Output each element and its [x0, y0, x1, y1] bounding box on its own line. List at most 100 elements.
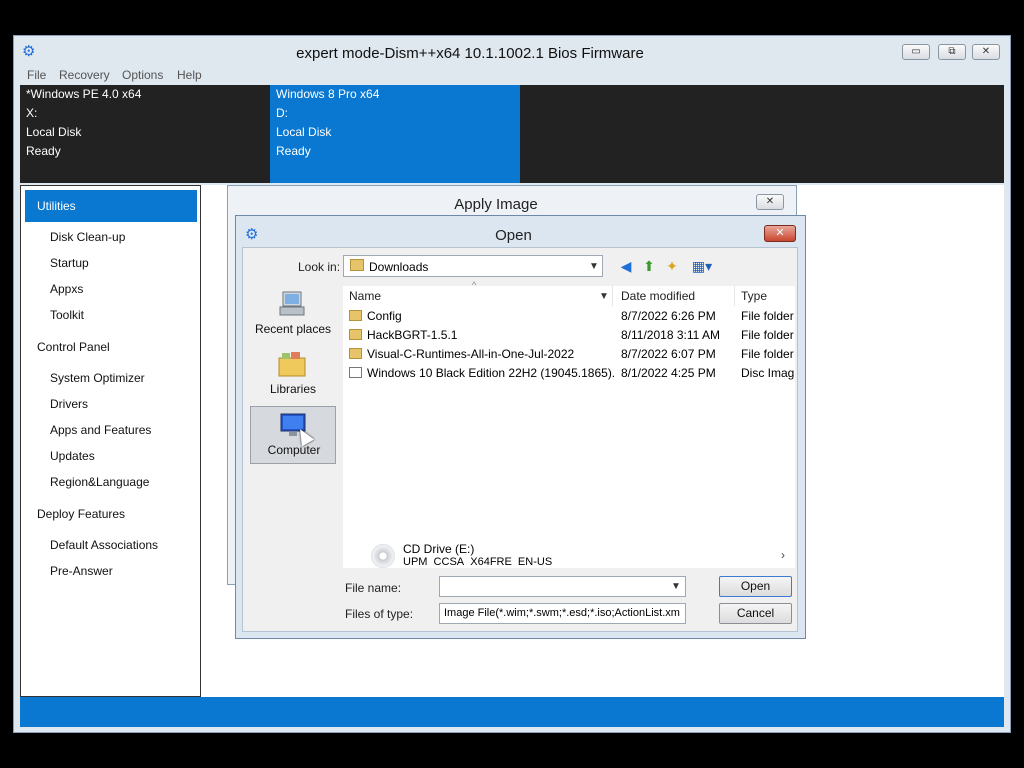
menu-recovery[interactable]: Recovery: [59, 68, 110, 82]
image-drive: D:: [276, 106, 288, 120]
folder-icon: [349, 329, 362, 340]
file-date: 8/7/2022 6:26 PM: [621, 309, 716, 323]
status-bar: [20, 697, 1004, 727]
file-name-input[interactable]: ▼: [439, 576, 686, 597]
image-bar: *Windows PE 4.0 x64 X: Local Disk Ready …: [20, 85, 1004, 183]
up-folder-icon[interactable]: ⬆: [640, 257, 658, 275]
cd-drive-icon: [371, 544, 395, 568]
places-bar: Recent places Libraries Computer: [250, 286, 336, 566]
folder-icon: [349, 348, 362, 359]
sidebar-item-toolkit[interactable]: Toolkit: [25, 305, 197, 325]
open-button[interactable]: Open: [719, 576, 792, 597]
scroll-right-icon[interactable]: ›: [781, 548, 785, 562]
menu-options[interactable]: Options: [122, 68, 163, 82]
cancel-button[interactable]: Cancel: [719, 603, 792, 624]
image-panel-pe[interactable]: *Windows PE 4.0 x64 X: Local Disk Ready: [20, 85, 270, 183]
folder-icon: [349, 310, 362, 321]
cd-drive-item[interactable]: CD Drive (E:) UPM_CCSA_X64FRE_EN-US: [371, 542, 611, 568]
file-row[interactable]: HackBGRT-1.5.1 8/11/2018 3:11 AM File fo…: [343, 326, 795, 345]
sidebar-item-startup[interactable]: Startup: [25, 253, 197, 273]
file-date: 8/1/2022 4:25 PM: [621, 366, 716, 380]
image-panel-win8[interactable]: Windows 8 Pro x64 D: Local Disk Ready: [270, 85, 520, 183]
recent-places-icon: [279, 291, 305, 316]
file-date: 8/11/2018 3:11 AM: [621, 328, 720, 342]
look-in-dropdown[interactable]: Downloads ▼: [343, 255, 603, 277]
image-name: *Windows PE 4.0 x64: [26, 87, 142, 101]
image-name: Windows 8 Pro x64: [276, 87, 380, 101]
back-icon[interactable]: ◀: [617, 257, 635, 275]
sidebar-item-control-panel[interactable]: Control Panel: [25, 337, 197, 357]
sidebar-item-deploy-features[interactable]: Deploy Features: [25, 504, 197, 524]
image-status: Ready: [276, 144, 311, 158]
sidebar: Utilities Disk Clean-up Startup Appxs To…: [20, 185, 201, 697]
title-bar[interactable]: ⚙ expert mode-Dism++x64 10.1.1002.1 Bios…: [14, 36, 1010, 66]
open-close-button[interactable]: ✕: [764, 225, 796, 242]
chevron-down-icon[interactable]: ▼: [671, 581, 681, 592]
open-dialog-title: Open: [495, 227, 532, 244]
column-date-modified[interactable]: Date modified: [615, 286, 735, 306]
chevron-down-icon: ▼: [589, 261, 599, 272]
file-row[interactable]: Windows 10 Black Edition 22H2 (19045.186…: [343, 364, 795, 383]
menu-file[interactable]: File: [27, 68, 46, 82]
file-type: File folder: [741, 347, 794, 361]
files-of-type-select[interactable]: Image File(*.wim;*.swm;*.esd;*.iso;Actio…: [439, 603, 686, 624]
window-title: expert mode-Dism++x64 10.1.1002.1 Bios F…: [296, 45, 644, 62]
place-computer[interactable]: Computer: [250, 406, 336, 464]
apply-dialog-title: Apply Image: [454, 196, 538, 213]
disc-image-icon: [349, 367, 362, 378]
file-type: File folder: [741, 309, 794, 323]
place-label: Recent places: [254, 322, 332, 336]
minimize-button[interactable]: ▭: [902, 44, 930, 60]
sidebar-item-drivers[interactable]: Drivers: [25, 394, 197, 414]
cd-drive-label: CD Drive (E:): [403, 542, 475, 556]
maximize-button[interactable]: ⧉: [938, 44, 966, 60]
view-menu-icon[interactable]: ▦▾: [689, 257, 715, 275]
new-folder-icon[interactable]: ✦: [663, 257, 681, 275]
sidebar-item-default-associations[interactable]: Default Associations: [25, 535, 197, 555]
file-type: Disc Imag: [741, 366, 795, 380]
close-button[interactable]: ✕: [972, 44, 1000, 60]
look-in-label: Look in:: [298, 260, 341, 274]
file-name: Windows 10 Black Edition 22H2 (19045.186…: [367, 366, 614, 380]
file-date: 8/7/2022 6:07 PM: [621, 347, 716, 361]
sidebar-item-system-optimizer[interactable]: System Optimizer: [25, 368, 197, 388]
column-type[interactable]: Type: [735, 286, 795, 306]
sort-ascending-icon: ^: [472, 280, 477, 290]
sidebar-item-utilities[interactable]: Utilities: [25, 190, 197, 222]
menu-bar: File Recovery Options Help: [14, 66, 1010, 85]
file-name-label: File name:: [345, 581, 402, 595]
place-recent-places[interactable]: Recent places: [250, 286, 336, 344]
files-of-type-value: Image File(*.wim;*.swm;*.esd;*.iso;Actio…: [444, 607, 680, 619]
place-label: Computer: [267, 443, 321, 457]
file-row[interactable]: Visual-C-Runtimes-All-in-One-Jul-2022 8/…: [343, 345, 795, 364]
file-name: Config: [367, 309, 402, 323]
files-of-type-label: Files of type:: [345, 607, 414, 621]
sidebar-item-updates[interactable]: Updates: [25, 446, 197, 466]
sidebar-item-pre-answer[interactable]: Pre-Answer: [25, 561, 197, 581]
sidebar-item-apps-and-features[interactable]: Apps and Features: [25, 420, 197, 440]
place-label: Libraries: [269, 382, 317, 396]
libraries-icon: [278, 352, 306, 377]
open-dialog: ⚙ Open ✕ Look in: Downloads ▼ ◀ ⬆ ✦ ▦▾ R…: [235, 215, 806, 639]
place-libraries[interactable]: Libraries: [250, 346, 336, 404]
open-dialog-body: Look in: Downloads ▼ ◀ ⬆ ✦ ▦▾ Recent pla…: [242, 247, 798, 632]
sidebar-item-region-language[interactable]: Region&Language: [25, 472, 197, 492]
menu-help[interactable]: Help: [177, 68, 202, 82]
file-name: Visual-C-Runtimes-All-in-One-Jul-2022: [367, 347, 575, 361]
look-in-value: Downloads: [369, 260, 429, 274]
file-type: File folder: [741, 328, 794, 342]
column-name[interactable]: Name: [343, 286, 613, 306]
folder-icon: [350, 259, 364, 271]
column-filter-icon[interactable]: ▼: [599, 291, 609, 302]
file-row[interactable]: Config 8/7/2022 6:26 PM File folder: [343, 307, 795, 326]
image-disk: Local Disk: [26, 125, 82, 139]
file-name: HackBGRT-1.5.1: [367, 328, 458, 342]
sidebar-item-disk-clean-up[interactable]: Disk Clean-up: [25, 227, 197, 247]
cd-drive-sublabel: UPM_CCSA_X64FRE_EN-US: [403, 556, 553, 566]
image-status: Ready: [26, 144, 61, 158]
image-drive: X:: [26, 106, 38, 120]
image-disk: Local Disk: [276, 125, 332, 139]
apply-close-button[interactable]: ✕: [756, 194, 784, 210]
file-list: Name ▼ ^ Date modified Type Config 8/7/2…: [343, 280, 795, 568]
sidebar-item-appxs[interactable]: Appxs: [25, 279, 197, 299]
